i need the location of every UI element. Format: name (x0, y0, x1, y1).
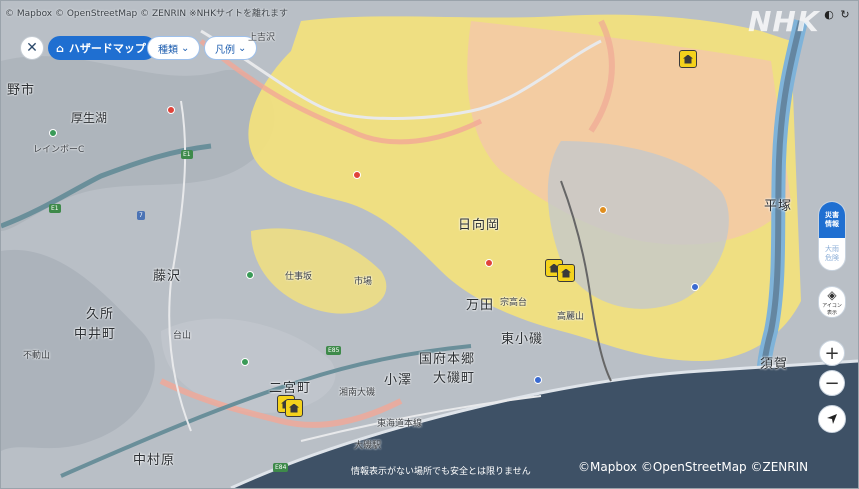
place-label: 国府本郷 (419, 352, 476, 367)
icon-display-label-2: 表示 (826, 310, 837, 316)
park-icon[interactable] (246, 271, 254, 279)
layers-icon: ◈ (827, 288, 837, 302)
place-label: 野市 (7, 83, 36, 98)
place-label: 湘南大磯 (339, 388, 376, 398)
map-canvas[interactable] (1, 1, 858, 488)
refresh-icon[interactable]: ↻ (839, 8, 851, 21)
shrine-icon[interactable] (599, 206, 607, 214)
park-icon[interactable] (241, 358, 249, 366)
map-frame[interactable]: © Mapbox © OpenStreetMap © ZENRIN ※NHKサイ… (0, 0, 859, 489)
plus-icon: + (824, 342, 840, 364)
type-dropdown[interactable]: 種類 ⌄ (147, 36, 201, 60)
place-label: 中井町 (74, 327, 117, 342)
contrast-icon[interactable]: ◐ (823, 8, 835, 21)
chevron-down-icon: ⌄ (238, 42, 247, 54)
station-icon[interactable] (534, 376, 542, 384)
icon-display-label-1: アイコン (822, 303, 842, 309)
disaster-info-tab[interactable]: 災害 情報 (819, 202, 845, 238)
heavy-rain-label-1: 大雨 (825, 245, 839, 253)
place-label: 高麗山 (557, 312, 585, 322)
place-label: 大磯町 (433, 371, 476, 386)
place-label: 二宮町 (269, 381, 312, 396)
place-label: 万田 (466, 298, 495, 313)
hospital-icon[interactable] (167, 106, 175, 114)
navigation-arrow-icon (827, 414, 837, 424)
place-label: 日向岡 (458, 218, 501, 233)
disaster-label-2: 情報 (825, 220, 839, 228)
place-label: 台山 (173, 331, 192, 341)
type-label: 種類 (158, 44, 178, 56)
locate-button[interactable] (818, 405, 846, 433)
disaster-label-1: 災害 (825, 211, 839, 219)
heavy-rain-label-2: 危険 (825, 254, 839, 262)
place-label: 藤沢 (153, 269, 182, 284)
hospital-icon[interactable] (353, 171, 361, 179)
school-icon[interactable] (691, 283, 699, 291)
place-label: 市場 (354, 277, 373, 287)
legend-label: 凡例 (215, 44, 235, 56)
hazard-map-button[interactable]: ⌂ ハザードマップ (48, 36, 156, 60)
road-shield: E1 (49, 204, 61, 213)
close-icon: ✕ (26, 40, 38, 56)
place-label: 平塚 (764, 199, 793, 214)
road-shield: E85 (326, 346, 342, 355)
park-icon[interactable] (49, 129, 57, 137)
disaster-info-toggle[interactable]: 災害 情報 大雨 危険 (818, 201, 846, 271)
zoom-in-button[interactable]: + (819, 340, 845, 366)
place-label: レインボーC (33, 145, 85, 155)
shelter-pin[interactable] (557, 264, 575, 282)
minus-icon: − (824, 372, 840, 394)
place-label: 小澤 (384, 373, 413, 388)
heavy-rain-tab[interactable]: 大雨 危険 (819, 238, 845, 270)
shelter-pin[interactable] (285, 399, 303, 417)
place-label: 不動山 (23, 351, 51, 361)
hazard-map-label: ハザードマップ (68, 42, 146, 55)
bottom-attribution[interactable]: ©Mapbox ©OpenStreetMap ©ZENRIN (578, 460, 808, 474)
chevron-down-icon: ⌄ (181, 42, 190, 54)
place-label: 仕事坂 (285, 272, 313, 282)
shelter-pin[interactable] (679, 50, 697, 68)
house-icon: ⌂ (56, 41, 64, 55)
place-label: 大磯駅 (354, 441, 382, 451)
place-label: 厚生湖 (71, 111, 108, 125)
icon-display-button[interactable]: ◈ アイコン 表示 (818, 286, 846, 318)
zoom-out-button[interactable]: − (819, 370, 845, 396)
close-button[interactable]: ✕ (20, 36, 44, 60)
road-shield: E1 (181, 150, 193, 159)
safety-notice: 情報表示がない場所でも安全とは限りません (351, 467, 531, 477)
place-label: 上吉沢 (248, 33, 276, 43)
place-label: 東小磯 (501, 332, 544, 347)
place-label: 東海道本線 (377, 419, 423, 429)
place-label: 須賀 (760, 357, 789, 372)
top-attribution[interactable]: © Mapbox © OpenStreetMap © ZENRIN ※NHKサイ… (5, 6, 288, 19)
hospital-icon[interactable] (485, 259, 493, 267)
road-shield: 7 (137, 211, 145, 220)
road-shield: E84 (273, 463, 289, 472)
place-label: 宗高台 (500, 298, 528, 308)
place-label: 中村原 (133, 453, 176, 468)
nhk-watermark: NHK (748, 5, 820, 38)
place-label: 久所 (86, 307, 115, 322)
